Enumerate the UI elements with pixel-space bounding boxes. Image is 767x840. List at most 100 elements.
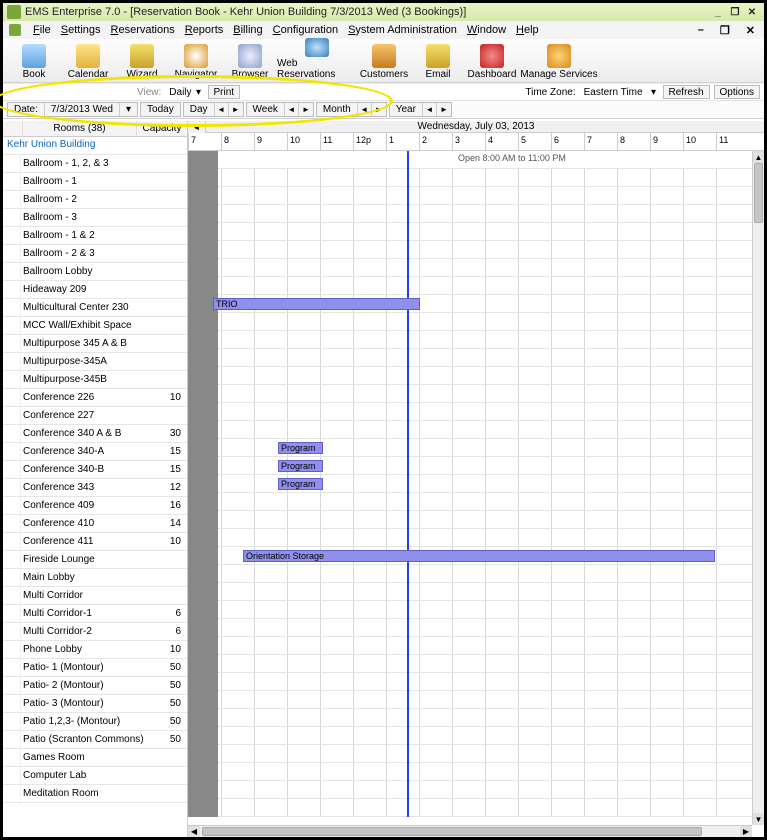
room-row[interactable]: Ballroom - 3 [3, 209, 187, 227]
grid-row[interactable] [188, 691, 752, 709]
date-value[interactable]: 7/3/2013 Wed [45, 103, 120, 116]
date-dropdown-icon[interactable]: ▾ [120, 103, 137, 116]
grid-row[interactable] [188, 259, 752, 277]
grid-row[interactable] [188, 655, 752, 673]
grid-row[interactable] [188, 529, 752, 547]
room-row[interactable]: MCC Wall/Exhibit Space [3, 317, 187, 335]
room-row[interactable]: Multipurpose-345A [3, 353, 187, 371]
room-row[interactable]: Main Lobby [3, 569, 187, 587]
view-dropdown-icon[interactable]: ▾ [194, 87, 204, 98]
room-row[interactable]: Ballroom Lobby [3, 263, 187, 281]
room-row[interactable]: Conference 340-B15 [3, 461, 187, 479]
building-header[interactable]: Kehr Union Building [3, 137, 187, 155]
year-prev[interactable]: ◄ [423, 103, 437, 116]
menu-billing[interactable]: Billing [233, 24, 262, 36]
grid-row[interactable] [188, 511, 752, 529]
booking-block[interactable]: Program [278, 460, 323, 472]
horizontal-scrollbar[interactable]: ◀ ▶ [188, 825, 752, 837]
room-row[interactable]: Ballroom - 1 & 2 [3, 227, 187, 245]
vscroll-thumb[interactable] [754, 163, 763, 223]
grid-row[interactable] [188, 277, 752, 295]
grid-row[interactable] [188, 439, 752, 457]
room-row[interactable]: Conference 340 A & B30 [3, 425, 187, 443]
timezone-dropdown-icon[interactable]: ▾ [649, 87, 659, 98]
booking-block[interactable]: Program [278, 478, 323, 490]
toolbar-email[interactable]: Email [411, 38, 465, 80]
day-next[interactable]: ► [229, 103, 243, 116]
grid-row[interactable] [188, 205, 752, 223]
room-row[interactable]: Ballroom - 1, 2, & 3 [3, 155, 187, 173]
timezone-value[interactable]: Eastern Time [584, 87, 643, 98]
room-row[interactable]: Patio (Scranton Commons)50 [3, 731, 187, 749]
room-row[interactable]: Multipurpose 345 A & B [3, 335, 187, 353]
grid-row[interactable] [188, 565, 752, 583]
grid-row[interactable] [188, 241, 752, 259]
room-row[interactable]: Fireside Lounge [3, 551, 187, 569]
year-next[interactable]: ► [437, 103, 451, 116]
menu-reports[interactable]: Reports [185, 24, 224, 36]
grid-row[interactable] [188, 331, 752, 349]
room-row[interactable]: Patio- 1 (Montour)50 [3, 659, 187, 677]
room-row[interactable]: Conference 22610 [3, 389, 187, 407]
view-value[interactable]: Daily [169, 87, 191, 98]
toolbar-wizard[interactable]: Wizard [115, 38, 169, 80]
booking-block[interactable]: TRIO [213, 298, 420, 310]
room-row[interactable]: Conference 340-A15 [3, 443, 187, 461]
grid-row[interactable] [188, 745, 752, 763]
room-row[interactable]: Conference 34312 [3, 479, 187, 497]
scroll-right-button[interactable]: ▶ [740, 826, 752, 837]
room-row[interactable]: Multicultural Center 230 [3, 299, 187, 317]
grid-row[interactable] [188, 709, 752, 727]
grid-row[interactable] [188, 313, 752, 331]
grid-row[interactable] [188, 475, 752, 493]
room-row[interactable]: Meditation Room [3, 785, 187, 803]
menu-window[interactable]: Window [467, 24, 506, 36]
date-scroll-left[interactable]: ◄ [188, 121, 206, 133]
hscroll-thumb[interactable] [202, 827, 702, 836]
menu-settings[interactable]: Settings [61, 24, 101, 36]
menu-configuration[interactable]: Configuration [273, 24, 338, 36]
room-row[interactable]: Computer Lab [3, 767, 187, 785]
grid-row[interactable] [188, 727, 752, 745]
toolbar-book[interactable]: Book [7, 38, 61, 80]
month-prev[interactable]: ◄ [358, 103, 372, 116]
print-button[interactable]: Print [208, 85, 241, 99]
grid-row[interactable] [188, 493, 752, 511]
capacity-column-header[interactable]: Capacity [137, 121, 187, 136]
room-row[interactable]: Multi Corridor-26 [3, 623, 187, 641]
mdi-restore[interactable]: ❐ [717, 24, 733, 37]
room-row[interactable]: Ballroom - 2 [3, 191, 187, 209]
vertical-scrollbar[interactable]: ▲ ▼ [752, 151, 764, 825]
room-row[interactable]: Conference 41014 [3, 515, 187, 533]
scroll-up-button[interactable]: ▲ [753, 151, 764, 163]
room-row[interactable]: Games Room [3, 749, 187, 767]
room-row[interactable]: Multipurpose-345B [3, 371, 187, 389]
grid-row[interactable] [188, 457, 752, 475]
toolbar-web-reservations[interactable]: Web Reservations [277, 38, 357, 80]
grid-row[interactable] [188, 349, 752, 367]
room-row[interactable]: Patio- 3 (Montour)50 [3, 695, 187, 713]
toolbar-manage-services[interactable]: Manage Services [519, 38, 599, 80]
room-row[interactable]: Phone Lobby10 [3, 641, 187, 659]
toolbar-navigator[interactable]: Navigator [169, 38, 223, 80]
grid-row[interactable] [188, 763, 752, 781]
grid-row[interactable] [188, 385, 752, 403]
toolbar-calendar[interactable]: Calendar [61, 38, 115, 80]
scroll-down-button[interactable]: ▼ [753, 813, 764, 825]
mdi-minimize[interactable]: – [695, 24, 707, 36]
grid-row[interactable] [188, 421, 752, 439]
toolbar-customers[interactable]: Customers [357, 38, 411, 80]
room-row[interactable]: Hideaway 209 [3, 281, 187, 299]
week-prev[interactable]: ◄ [285, 103, 299, 116]
grid-row[interactable] [188, 187, 752, 205]
month-next[interactable]: ► [372, 103, 386, 116]
scroll-left-button[interactable]: ◀ [188, 826, 200, 837]
room-row[interactable]: Patio 1,2,3- (Montour)50 [3, 713, 187, 731]
maximize-button[interactable]: ❐ [727, 5, 743, 19]
week-next[interactable]: ► [299, 103, 313, 116]
grid-row[interactable] [188, 367, 752, 385]
menu-system-administration[interactable]: System Administration [348, 24, 457, 36]
room-row[interactable]: Ballroom - 1 [3, 173, 187, 191]
menu-help[interactable]: Help [516, 24, 539, 36]
menu-reservations[interactable]: Reservations [111, 24, 175, 36]
